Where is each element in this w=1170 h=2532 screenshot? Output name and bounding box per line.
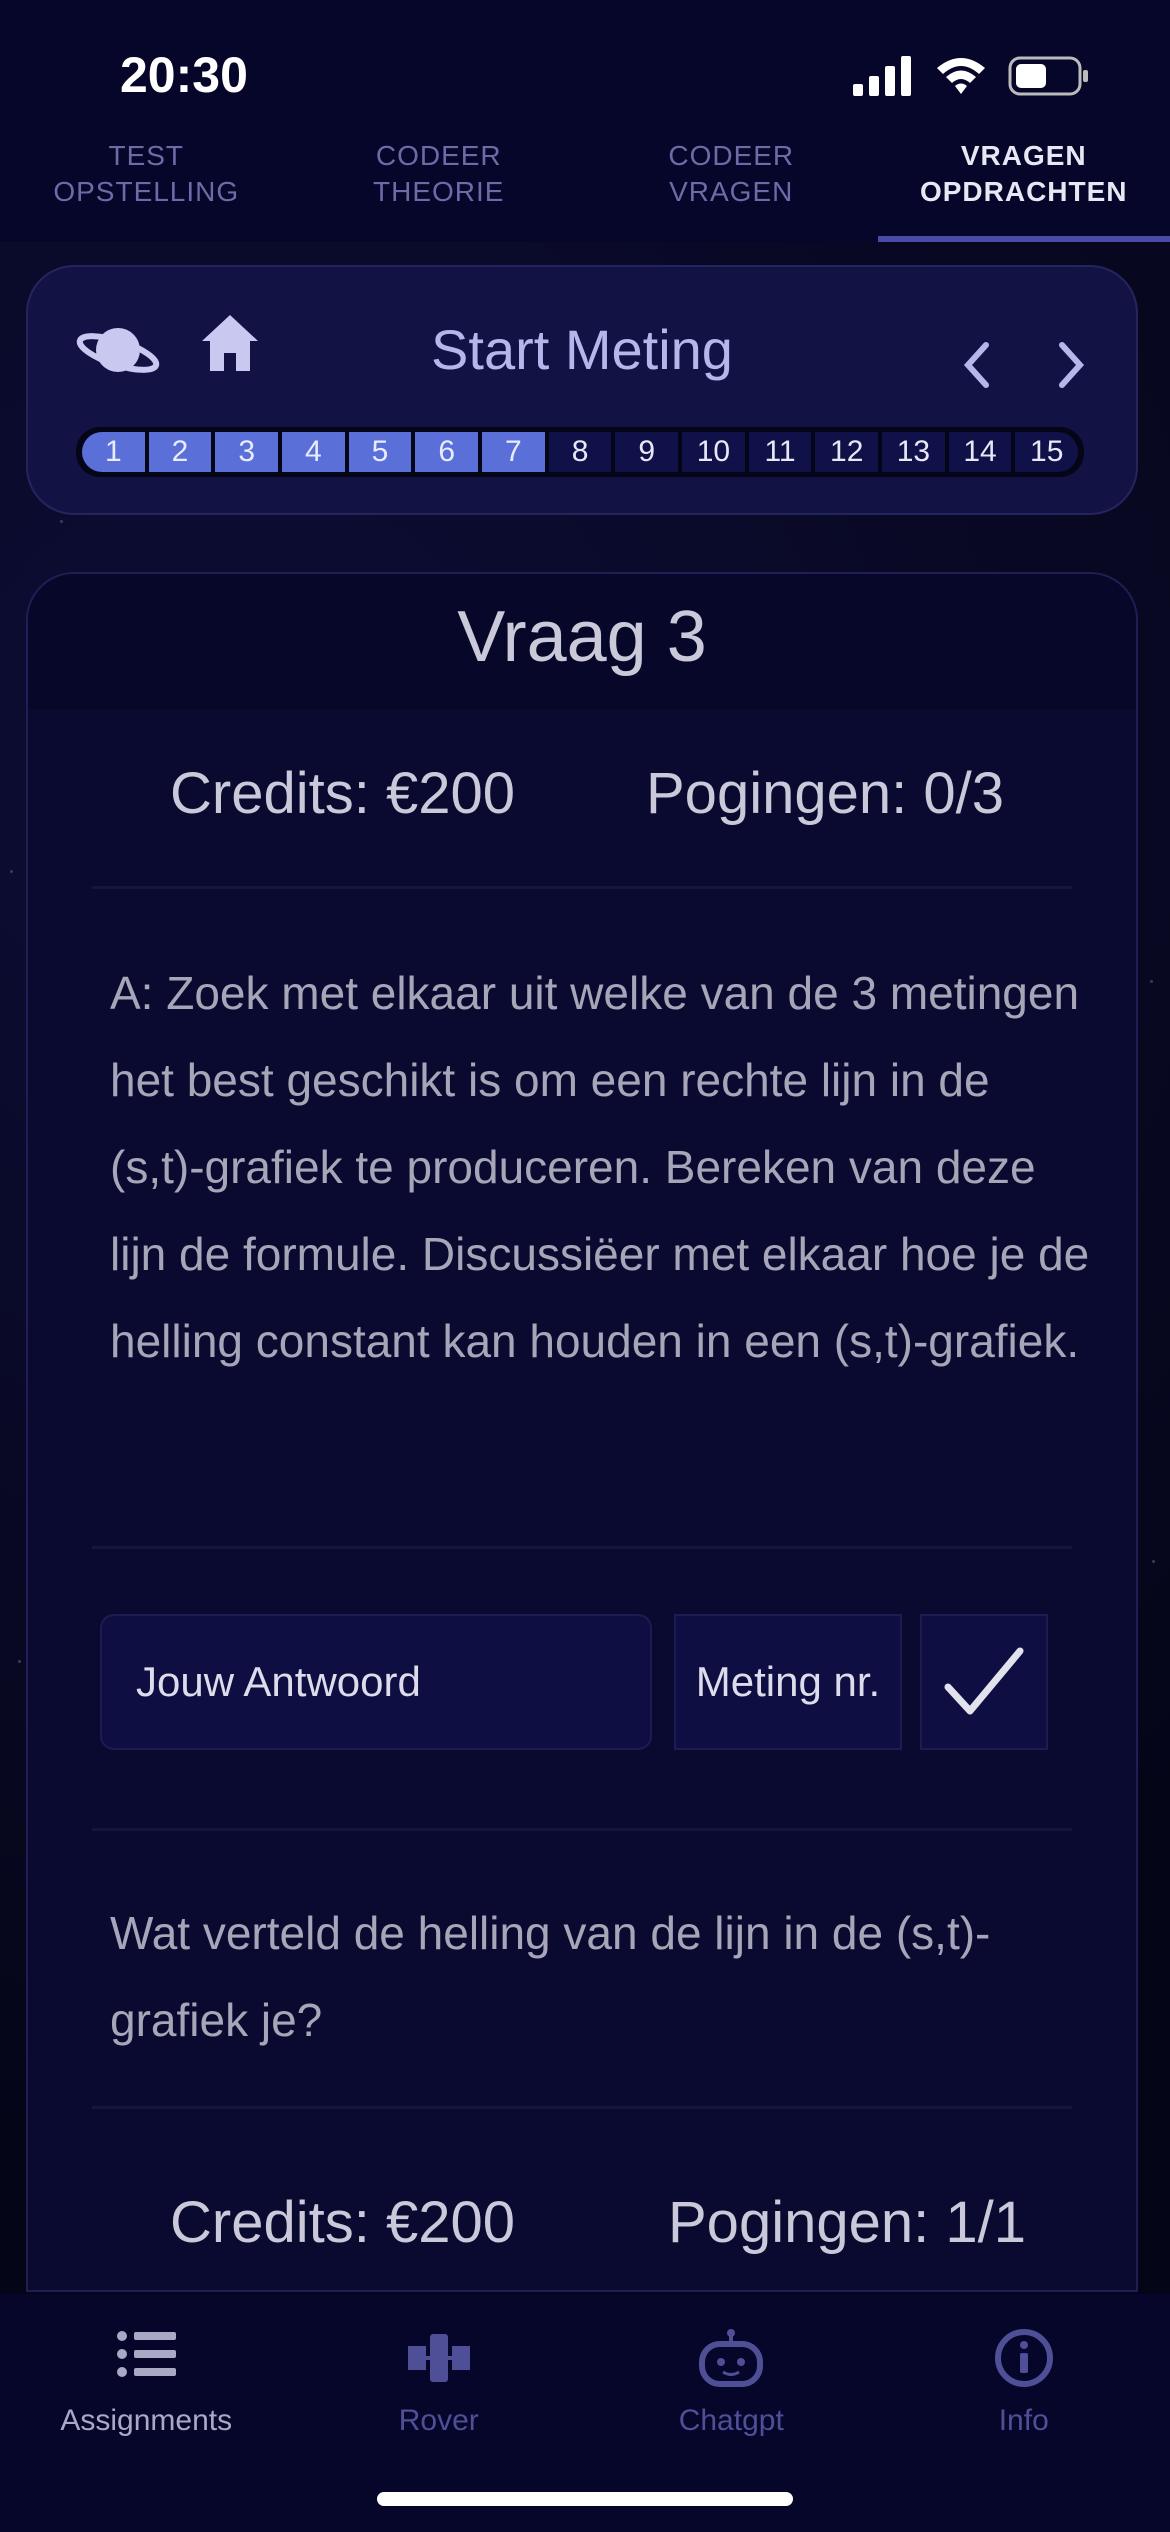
list-icon (117, 2331, 177, 2377)
tab-label-line2: OPSTELLING (53, 176, 240, 207)
satellite-icon (407, 2334, 470, 2382)
nav-label: Assignments (60, 2404, 233, 2437)
wifi-icon (937, 58, 985, 94)
top-tab-bar: TEST OPSTELLING CODEER THEORIE CODEER VRAGE… (0, 130, 1170, 242)
step-progress-bar: 1 2 3 4 5 6 7 8 9 10 11 12 13 14 15 (76, 427, 1084, 477)
question-header: Vraag 3 (28, 574, 1136, 709)
step-2[interactable]: 2 (148, 432, 212, 472)
tab-codeer-theorie[interactable]: CODEER THEORIE (293, 130, 586, 242)
chevron-left-icon[interactable] (958, 339, 994, 391)
step-10[interactable]: 10 (682, 432, 745, 472)
tab-test-opstelling[interactable]: TEST OPSTELLING (0, 130, 293, 242)
chevron-right-icon[interactable] (1054, 339, 1090, 391)
credits-label-2: Credits: €200 (170, 2190, 515, 2255)
attempts-label-2: Pogingen: 1/1 (668, 2190, 1026, 2255)
step-11[interactable]: 11 (748, 432, 812, 472)
status-time: 20:30 (120, 47, 248, 103)
robot-icon (699, 2329, 764, 2387)
home-indicator (377, 2492, 793, 2506)
question-title: Vraag 3 (457, 597, 707, 677)
tab-label-line1: CODEER (668, 140, 795, 171)
check-icon (944, 1647, 1024, 1715)
step-4[interactable]: 4 (282, 432, 345, 472)
tab-codeer-vragen[interactable]: CODEER VRAGEN (585, 130, 878, 242)
tab-label-line1: TEST (108, 140, 185, 171)
step-9[interactable]: 9 (615, 432, 679, 472)
step-7[interactable]: 7 (482, 432, 545, 472)
nav-info[interactable]: Info (878, 2294, 1170, 2532)
nav-label: Rover (398, 2404, 479, 2437)
meting-number-input[interactable]: Meting nr. (674, 1614, 902, 1750)
tab-label-line1: CODEER (375, 140, 502, 171)
second-question-text: Wat verteld de helling van de lijn in de… (110, 1907, 991, 2046)
signal-icon (853, 56, 911, 96)
step-15[interactable]: 15 (1015, 432, 1079, 472)
divider (92, 1828, 1072, 1831)
step-1[interactable]: 1 (82, 432, 145, 472)
tab-label-line2: THEORIE (373, 176, 505, 207)
tab-label-line1: VRAGEN (960, 140, 1087, 171)
question-card: Vraag 3 Credits: €200 Pogingen: 0/3 A: Z… (26, 572, 1138, 2292)
step-8[interactable]: 8 (548, 432, 612, 472)
step-6[interactable]: 6 (415, 432, 479, 472)
step-12[interactable]: 12 (815, 432, 879, 472)
step-5[interactable]: 5 (348, 432, 412, 472)
divider (92, 2106, 1072, 2109)
info-icon (994, 2329, 1053, 2387)
step-13[interactable]: 13 (882, 432, 945, 472)
divider (92, 886, 1072, 889)
divider (92, 1546, 1072, 1549)
tab-vragen-opdrachten[interactable]: VRAGEN OPDRACHTEN (877, 130, 1170, 242)
nav-label: Info (998, 2404, 1049, 2437)
header-card: Start Meting 1 2 3 4 5 6 7 8 9 10 11 12 13 14 15 (26, 265, 1138, 515)
status-bar: 20:30 (0, 0, 1170, 130)
submit-check-button[interactable] (920, 1614, 1048, 1750)
tab-label-line2: VRAGEN (669, 176, 794, 207)
battery-icon (1008, 56, 1088, 96)
attempts-label: Pogingen: 0/3 (646, 761, 1004, 826)
step-3[interactable]: 3 (215, 432, 279, 472)
credits-label: Credits: €200 (170, 761, 515, 826)
question-text: A: Zoek met elkaar uit welke van de 3 me… (110, 967, 1090, 1367)
tab-label-line2: OPDRACHTEN (919, 176, 1128, 207)
nav-assignments[interactable]: Assignments (0, 2294, 293, 2532)
answer-input[interactable]: Jouw Antwoord (100, 1614, 652, 1750)
step-14[interactable]: 14 (948, 432, 1012, 472)
nav-label: Chatgpt (678, 2404, 784, 2437)
